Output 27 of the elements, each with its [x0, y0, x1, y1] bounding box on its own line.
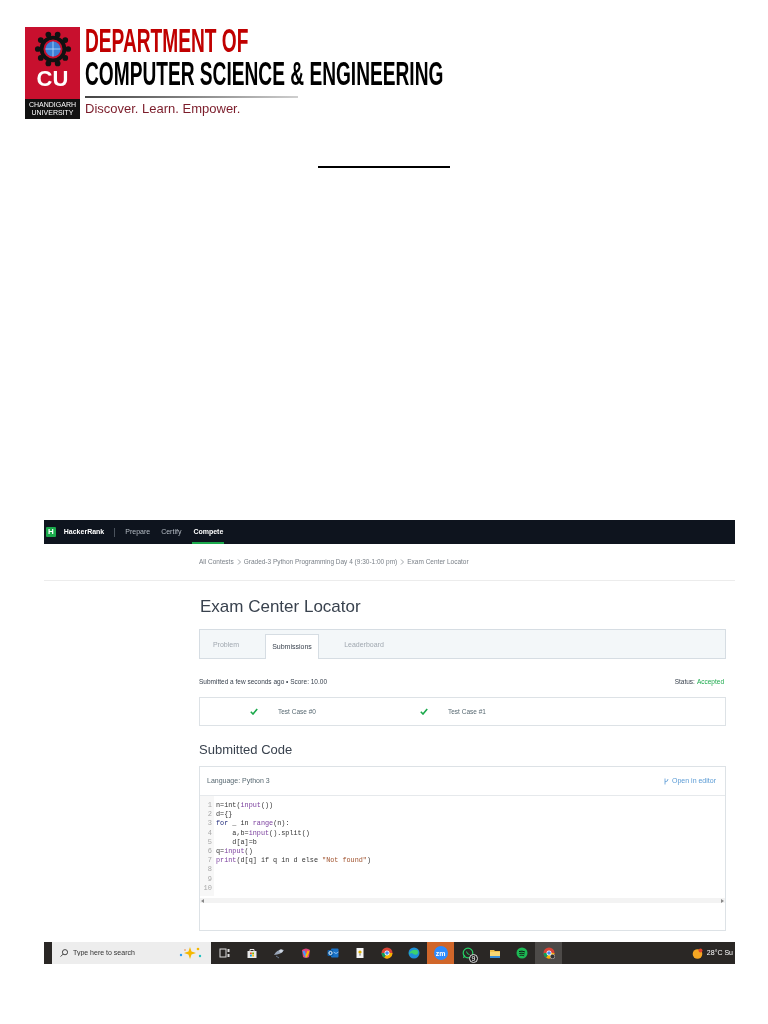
- chat-bubble-icon: [461, 947, 474, 959]
- sun-icon: [691, 947, 703, 959]
- chevron-right-icon: [236, 559, 241, 565]
- browser-profile-icon: [542, 947, 555, 959]
- tagline: Discover. Learn. Empower.: [85, 101, 241, 117]
- shopping-bag-icon: [245, 947, 258, 959]
- search-icon: [60, 949, 68, 957]
- scroll-left-icon: [201, 898, 204, 903]
- shield-icon: [299, 947, 312, 959]
- chevron-right-icon: [400, 559, 405, 565]
- logo-initials: CU: [36, 68, 69, 90]
- brand-logo[interactable]: H: [46, 527, 56, 537]
- browser-icon: [380, 947, 393, 959]
- folder-icon: [488, 947, 501, 959]
- sparkle-icon: [177, 946, 203, 960]
- task-view-icon: [218, 947, 231, 959]
- challenge-title: Exam Center Locator: [200, 596, 362, 618]
- feather-icon: [272, 947, 285, 959]
- striped-circle-icon: [515, 947, 528, 959]
- section-heading: Submitted Code: [199, 741, 294, 759]
- globe-emblem-icon: [33, 30, 72, 68]
- department-name: COMPUTER SCIENCE & ENGINEERING: [85, 57, 444, 90]
- globe-icon: [407, 947, 420, 959]
- department-heading: DEPARTMENT OF: [85, 24, 249, 57]
- branch-icon: [664, 777, 669, 785]
- scroll-right-icon: [721, 898, 724, 903]
- mail-icon: [326, 947, 339, 959]
